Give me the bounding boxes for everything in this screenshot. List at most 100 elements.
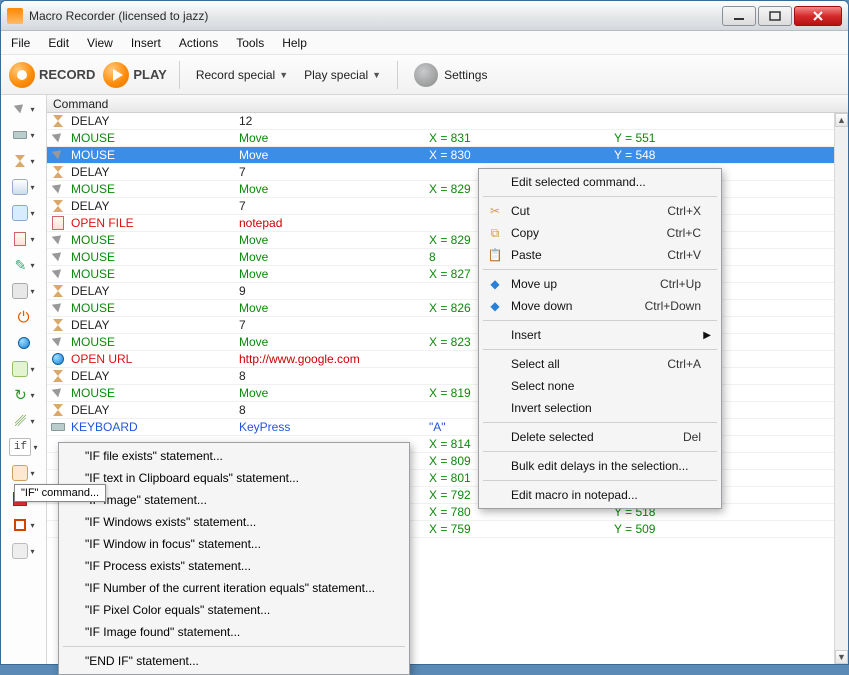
caret-icon: ▼ xyxy=(372,70,381,80)
context-menu-item[interactable]: ⧉CopyCtrl+C xyxy=(481,222,719,244)
hourglass-icon xyxy=(53,166,63,178)
menu-item-label: Delete selected xyxy=(511,430,594,444)
label-icon xyxy=(12,465,28,481)
menu-view[interactable]: View xyxy=(87,36,113,50)
hourglass-icon xyxy=(53,115,63,127)
side-delay-button[interactable]: ▾ xyxy=(5,151,43,171)
side-break-button[interactable]: ▾ xyxy=(5,515,43,535)
cell-p1: Move xyxy=(239,386,429,400)
cursor-icon xyxy=(52,267,64,281)
menu-actions[interactable]: Actions xyxy=(179,36,218,50)
if-menu-item[interactable]: "IF Pixel Color equals" statement... xyxy=(61,599,407,621)
menu-tools[interactable]: Tools xyxy=(236,36,264,50)
context-menu-item[interactable]: Invert selection xyxy=(481,397,719,419)
side-text-button[interactable]: ▾ xyxy=(5,177,43,197)
settings-button[interactable]: Settings xyxy=(410,60,491,90)
if-menu-item[interactable]: "END IF" statement... xyxy=(61,650,407,672)
caret-icon: ▼ xyxy=(279,70,288,80)
menu-edit[interactable]: Edit xyxy=(48,36,69,50)
menu-item-label: Bulk edit delays in the selection... xyxy=(511,459,688,473)
side-label-button[interactable]: ▾ xyxy=(5,463,43,483)
play-button[interactable]: PLAY xyxy=(103,62,166,88)
cell-p1: Move xyxy=(239,148,429,162)
cell-command: DELAY xyxy=(69,165,239,179)
side-file-button[interactable]: ▾ xyxy=(5,229,43,249)
side-window-button[interactable]: ▾ xyxy=(5,281,43,301)
if-menu-item[interactable]: "IF Number of the current iteration equa… xyxy=(61,577,407,599)
context-menu-item[interactable]: Insert▶ xyxy=(481,324,719,346)
menu-item-label: Move up xyxy=(511,277,557,291)
context-menu-item[interactable]: ✂CutCtrl+X xyxy=(481,200,719,222)
menu-insert[interactable]: Insert xyxy=(131,36,161,50)
cell-p1: Move xyxy=(239,335,429,349)
side-copy-button[interactable]: ▾ xyxy=(5,203,43,223)
side-edit-button[interactable]: ✎▾ xyxy=(5,255,43,275)
menu-shortcut: Ctrl+V xyxy=(667,248,701,262)
cell-p1: notepad xyxy=(239,216,429,230)
if-menu-item[interactable]: "IF Image" statement... xyxy=(61,489,407,511)
side-goto-button[interactable]: ▾ xyxy=(5,359,43,379)
side-refresh-button[interactable]: ↻▾ xyxy=(5,385,43,405)
cell-p1: 8 xyxy=(239,369,429,383)
cell-p1: 7 xyxy=(239,165,429,179)
break-icon xyxy=(14,519,26,531)
menu-item-label: "END IF" statement... xyxy=(85,654,199,668)
hourglass-icon xyxy=(53,200,63,212)
menu-item-label: Select all xyxy=(511,357,560,371)
if-menu-item[interactable]: "IF text in Clipboard equals" statement.… xyxy=(61,467,407,489)
cell-p1: Move xyxy=(239,301,429,315)
record-button[interactable]: RECORD xyxy=(9,62,95,88)
menu-help[interactable]: Help xyxy=(282,36,307,50)
context-menu-item[interactable]: Select all Ctrl+A xyxy=(481,353,719,375)
power-icon: ⏻ xyxy=(16,309,32,325)
record-special-dropdown[interactable]: Record special▼ xyxy=(192,65,292,85)
if-submenu: "IF file exists" statement..."IF text in… xyxy=(58,442,410,675)
cell-p1: 8 xyxy=(239,403,429,417)
cell-p3: Y = 548 xyxy=(614,148,834,162)
side-cursor-button[interactable]: ▾ xyxy=(5,99,43,119)
side-globe-button[interactable] xyxy=(5,333,43,353)
up-icon: ◆ xyxy=(487,276,503,292)
context-menu-item[interactable]: Select none xyxy=(481,375,719,397)
side-tree-button[interactable]: ␥▾ xyxy=(5,411,43,431)
context-menu-item[interactable]: ◆Move upCtrl+Up xyxy=(481,273,719,295)
side-power-button[interactable]: ⏻ xyxy=(5,307,43,327)
scroll-up-arrow[interactable]: ▲ xyxy=(835,113,848,127)
scroll-down-arrow[interactable]: ▼ xyxy=(835,650,848,664)
if-menu-item[interactable]: "IF Windows exists" statement... xyxy=(61,511,407,533)
grid-header-command[interactable]: Command xyxy=(47,95,848,113)
cell-p1: Move xyxy=(239,267,429,281)
context-menu-item[interactable]: Bulk edit delays in the selection... xyxy=(481,455,719,477)
menu-item-label: "IF Image found" statement... xyxy=(85,625,240,639)
context-menu-item[interactable]: Edit macro in notepad... xyxy=(481,484,719,506)
if-menu-item[interactable]: "IF Image found" statement... xyxy=(61,621,407,643)
table-row[interactable]: MOUSEMoveX = 831Y = 551 xyxy=(47,130,834,147)
table-row[interactable]: DELAY12 xyxy=(47,113,834,130)
context-menu-item[interactable]: 📋PasteCtrl+V xyxy=(481,244,719,266)
play-special-dropdown[interactable]: Play special▼ xyxy=(300,65,385,85)
close-button[interactable] xyxy=(794,6,842,26)
context-menu: Edit selected command... ✂CutCtrl+X⧉CopyC… xyxy=(478,168,722,509)
menu-item-label: Select none xyxy=(511,379,574,393)
context-menu-item[interactable]: ◆Move downCtrl+Down xyxy=(481,295,719,317)
vertical-scrollbar[interactable]: ▲ ▼ xyxy=(834,113,848,664)
cell-p1: 7 xyxy=(239,199,429,213)
menu-shortcut: Ctrl+A xyxy=(667,357,701,371)
menu-file[interactable]: File xyxy=(11,36,30,50)
side-if-button[interactable]: if▾ xyxy=(5,437,43,457)
minimize-button[interactable] xyxy=(722,6,756,26)
table-row[interactable]: MOUSEMoveX = 830Y = 548 xyxy=(47,147,834,164)
if-menu-item[interactable]: "IF Process exists" statement... xyxy=(61,555,407,577)
context-menu-item[interactable]: Delete selectedDel xyxy=(481,426,719,448)
menu-item-label: "IF Pixel Color equals" statement... xyxy=(85,603,270,617)
if-menu-item[interactable]: "IF file exists" statement... xyxy=(61,445,407,467)
window-icon xyxy=(12,283,28,299)
menu-separator xyxy=(483,451,717,452)
app-icon xyxy=(7,8,23,24)
cell-p1: Move xyxy=(239,250,429,264)
context-menu-item[interactable]: Edit selected command... xyxy=(481,171,719,193)
side-keyboard-button[interactable]: ▾ xyxy=(5,125,43,145)
side-misc-button[interactable]: ▾ xyxy=(5,541,43,561)
maximize-button[interactable] xyxy=(758,6,792,26)
if-menu-item[interactable]: "IF Window in focus" statement... xyxy=(61,533,407,555)
